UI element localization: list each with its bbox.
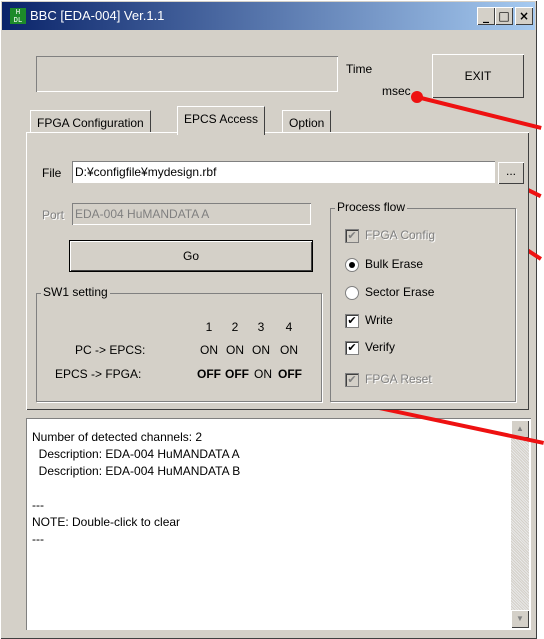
bulk-erase-radio[interactable]: [345, 258, 359, 272]
pc-epcs-sw-2: ON: [226, 343, 244, 357]
epcs-fpga-sw-2: OFF: [225, 367, 249, 381]
log-line: NOTE: Double-click to clear: [32, 515, 181, 529]
browse-button[interactable]: ...: [498, 162, 524, 184]
epcs-fpga-sw-3: ON: [254, 367, 272, 381]
file-path-input[interactable]: D:¥configfile¥mydesign.rbf: [72, 161, 495, 183]
verify-label: Verify: [365, 340, 396, 354]
sw-header-1: 1: [205, 320, 213, 334]
main-window: H DL BBC [EDA-004] Ver.1.1 _ □ × Time mse…: [0, 0, 537, 639]
verify-checkbox[interactable]: ✔: [345, 341, 359, 355]
go-button-label: Go: [182, 249, 199, 263]
window-title: BBC [EDA-004] Ver.1.1: [30, 8, 165, 23]
scroll-down-icon[interactable]: ▼: [511, 610, 529, 628]
file-label: File: [42, 166, 62, 180]
msec-label: msec: [382, 84, 411, 98]
log-line: Description: EDA-004 HuMANDATA B: [32, 464, 241, 478]
sector-erase-radio[interactable]: [345, 286, 359, 300]
pc-epcs-sw-1: ON: [200, 343, 218, 357]
fpga-reset-label: FPGA Reset: [365, 372, 432, 386]
sw1-setting-title: SW1 setting: [41, 285, 110, 299]
sector-erase-label: Sector Erase: [365, 285, 435, 299]
log-line: ---: [32, 532, 44, 546]
exit-button[interactable]: EXIT: [432, 54, 524, 98]
sw1-setting-group: SW1 setting 1 2 3 4 PC -> EPCS: ON ON ON…: [36, 285, 322, 402]
epcs-fpga-sw-1: OFF: [197, 367, 221, 381]
log-scrollbar[interactable]: ▲ ▼: [511, 420, 529, 628]
pc-epcs-sw-4: ON: [280, 343, 298, 357]
write-checkbox[interactable]: ✔: [345, 314, 359, 328]
log-line: ---: [32, 498, 44, 512]
fpga-reset-checkbox[interactable]: ✔: [345, 373, 359, 387]
sw-header-3: 3: [257, 320, 265, 334]
maximize-button[interactable]: □: [495, 7, 513, 25]
time-label: Time: [346, 62, 373, 76]
process-flow-title: Process flow: [335, 200, 408, 214]
minimize-button[interactable]: _: [477, 7, 495, 25]
bulk-erase-label: Bulk Erase: [365, 257, 424, 271]
epcs-fpga-sw-4: OFF: [278, 367, 302, 381]
fpga-config-checkbox[interactable]: ✔: [345, 229, 359, 243]
sw-header-4: 4: [285, 320, 293, 334]
tab-epcs-access[interactable]: EPCS Access: [177, 106, 266, 135]
epcs-to-fpga-label: EPCS -> FPGA:: [55, 367, 142, 381]
status-display: [36, 56, 338, 92]
epcs-access-panel: File D:¥configfile¥mydesign.rbf ... Port…: [26, 132, 529, 410]
close-button[interactable]: ×: [515, 7, 533, 25]
port-input[interactable]: EDA-004 HuMANDATA A: [72, 203, 311, 225]
port-label: Port: [42, 208, 65, 222]
log-textarea[interactable]: Number of detected channels: 2 Descripti…: [26, 418, 531, 630]
pc-to-epcs-label: PC -> EPCS:: [75, 343, 146, 357]
app-icon: H DL: [10, 8, 26, 24]
radio-selected-dot: [349, 262, 355, 268]
sw-header-2: 2: [231, 320, 239, 334]
log-line: Description: EDA-004 HuMANDATA A: [32, 447, 240, 461]
pc-epcs-sw-3: ON: [252, 343, 270, 357]
log-line: Number of detected channels: 2: [32, 430, 203, 444]
title-bar[interactable]: H DL BBC [EDA-004] Ver.1.1 _ □ ×: [2, 2, 535, 30]
go-button[interactable]: Go: [69, 240, 313, 272]
write-label: Write: [365, 313, 393, 327]
process-flow-group: Process flow ✔ FPGA Config Bulk Erase Se…: [330, 200, 516, 402]
fpga-config-label: FPGA Config: [365, 228, 436, 242]
